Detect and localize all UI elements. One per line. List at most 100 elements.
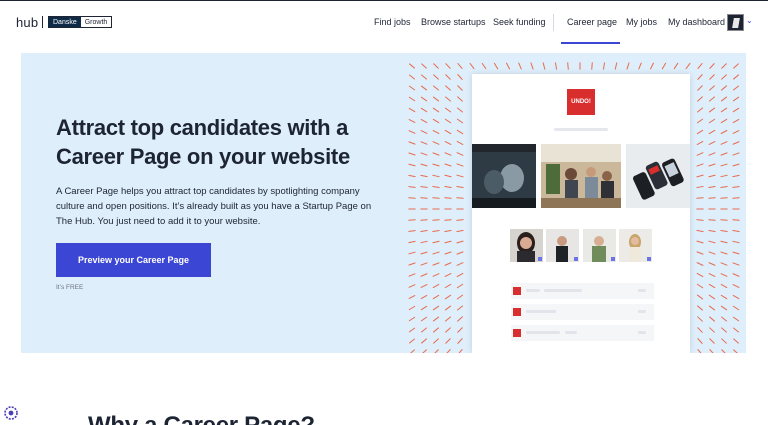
decorative-dash — [696, 283, 704, 289]
decorative-dash — [421, 338, 427, 344]
decorative-dash — [444, 129, 452, 135]
decorative-dash — [408, 284, 416, 288]
decorative-dash — [732, 305, 740, 311]
decorative-dash — [720, 305, 728, 311]
decorative-dash — [709, 316, 715, 322]
decorative-dash — [709, 338, 715, 344]
team-member-avatar — [583, 229, 616, 262]
decorative-dash — [721, 349, 726, 353]
decorative-dash — [408, 251, 416, 255]
decorative-dash — [457, 74, 463, 80]
decorative-dash — [457, 85, 463, 91]
decorative-dash — [720, 229, 728, 233]
nav-browse-startups[interactable]: Browse startups — [421, 17, 486, 27]
decorative-dash — [696, 262, 704, 266]
decorative-dash — [720, 152, 728, 156]
decorative-dash — [420, 273, 428, 277]
decorative-dash — [432, 152, 440, 156]
help-chat-icon[interactable] — [4, 406, 18, 420]
decorative-dash — [456, 118, 464, 124]
decorative-dash — [432, 240, 440, 244]
decorative-dash — [408, 338, 416, 344]
decorative-dash — [554, 62, 558, 70]
decorative-dash — [721, 85, 727, 91]
decorative-dash — [456, 262, 464, 266]
decorative-dash — [709, 63, 715, 69]
decorative-dash — [733, 349, 738, 353]
decorative-dash — [444, 163, 452, 167]
decorative-dash — [708, 163, 716, 167]
decorative-dash — [456, 185, 464, 189]
decorative-dash — [732, 186, 740, 188]
decorative-dash — [697, 107, 703, 113]
decorative-dash — [708, 219, 716, 221]
decorative-dash — [433, 85, 439, 91]
decorative-dash — [481, 62, 487, 70]
partner-logo[interactable]: Danske Growth — [48, 16, 113, 28]
job-icon — [513, 329, 521, 337]
user-avatar[interactable] — [727, 14, 744, 31]
decorative-dash — [733, 63, 739, 69]
decorative-dash — [697, 349, 702, 353]
decorative-dash — [696, 129, 704, 135]
decorative-dash — [420, 152, 428, 156]
decorative-dash — [456, 294, 464, 300]
decorative-dash — [708, 283, 716, 289]
decorative-dash — [732, 262, 740, 266]
decorative-dash — [408, 107, 416, 113]
decorative-dash — [408, 295, 416, 299]
nav-seek-funding[interactable]: Seek funding — [493, 17, 546, 27]
decorative-dash — [457, 305, 463, 311]
decorative-dash — [708, 294, 716, 300]
decorative-dash — [444, 240, 452, 244]
preview-career-page-button[interactable]: Preview your Career Page — [56, 243, 211, 277]
decorative-dash — [696, 229, 704, 233]
decorative-dash — [409, 63, 415, 69]
decorative-dash — [709, 349, 714, 353]
decorative-dash — [696, 240, 704, 244]
decorative-dash — [408, 85, 416, 91]
decorative-dash — [456, 240, 464, 244]
decorative-dash — [444, 186, 452, 188]
decorative-dash — [696, 140, 704, 146]
nav-my-jobs[interactable]: My jobs — [626, 17, 657, 27]
decorative-dash — [408, 230, 416, 232]
decorative-dash — [420, 294, 428, 300]
decorative-dash — [708, 174, 716, 178]
decorative-dash — [602, 62, 606, 70]
decorative-dash — [408, 119, 416, 123]
decorative-dash — [697, 63, 703, 69]
decorative-dash — [456, 229, 464, 233]
decorative-dash — [408, 262, 416, 266]
decorative-dash — [445, 316, 451, 322]
decorative-dash — [432, 141, 440, 145]
decorative-dash — [732, 273, 740, 277]
nav-my-dashboard[interactable]: My dashboard — [668, 17, 725, 27]
decorative-dash — [444, 294, 452, 300]
decorative-dash — [420, 186, 428, 188]
chevron-down-icon[interactable]: ⌄ — [746, 16, 753, 25]
decorative-dash — [697, 338, 703, 344]
nav-career-page[interactable]: Career page — [567, 17, 617, 27]
decorative-dash — [685, 62, 691, 70]
decorative-dash — [444, 251, 452, 255]
nav-find-jobs[interactable]: Find jobs — [374, 17, 411, 27]
decorative-dash — [444, 118, 452, 124]
decorative-dash — [433, 74, 439, 80]
decorative-dash — [446, 349, 451, 353]
decorative-dash — [444, 152, 452, 156]
decorative-dash — [708, 262, 716, 266]
hero-section: Attract top candidates with a Career Pag… — [21, 53, 746, 353]
decorative-dash — [709, 85, 715, 91]
decorative-dash — [457, 338, 463, 344]
nav-divider — [553, 14, 554, 31]
decorative-dash — [720, 174, 728, 178]
decorative-dash — [444, 262, 452, 266]
decorative-dash — [697, 96, 703, 102]
decorative-dash — [650, 62, 654, 70]
decorative-dash — [458, 349, 463, 353]
decorative-dash — [420, 251, 428, 255]
decorative-dash — [614, 62, 618, 70]
decorative-dash — [732, 240, 740, 244]
hub-logo[interactable]: hub — [16, 15, 38, 30]
